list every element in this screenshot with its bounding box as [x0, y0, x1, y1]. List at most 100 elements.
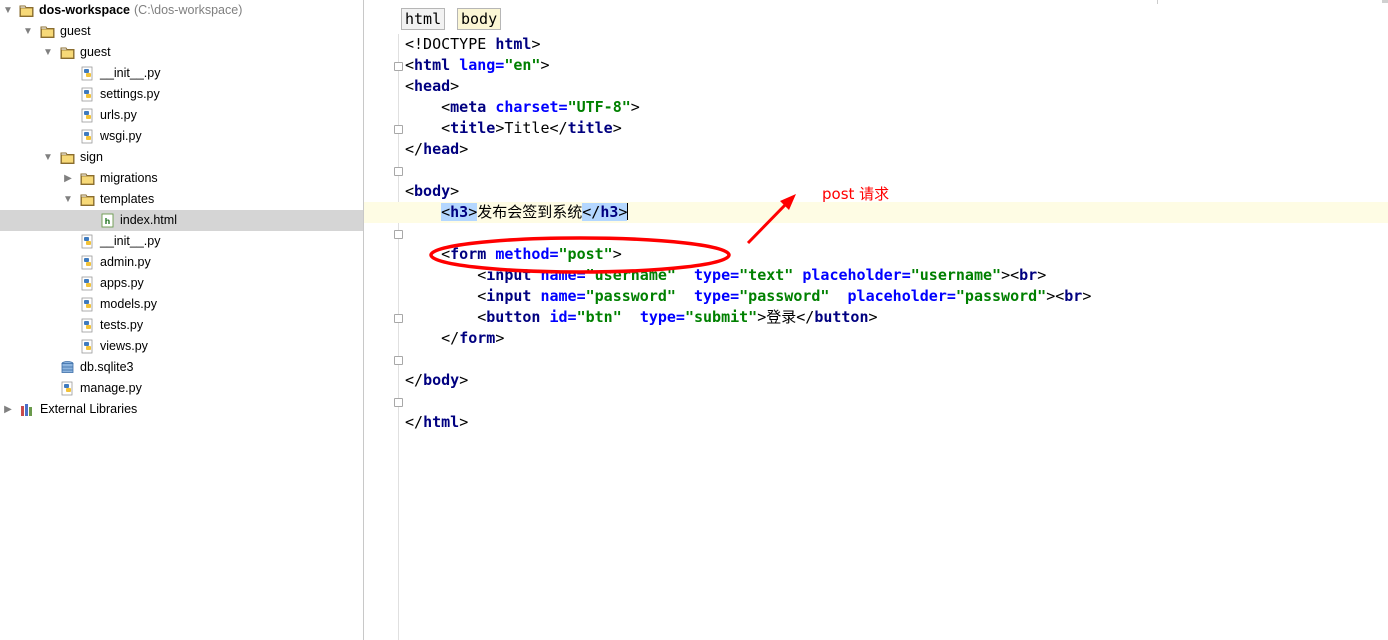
tree-item[interactable]: ▶ migrations [0, 168, 363, 189]
breadcrumb-body[interactable]: body [457, 8, 502, 30]
tree-item[interactable]: ▶ External Libraries [0, 399, 363, 420]
scrollbar-marker[interactable] [1382, 0, 1388, 3]
code-token: > [618, 203, 628, 221]
code-token: 发布会签到系统 [477, 203, 583, 221]
tree-item-label: views.py [100, 339, 148, 353]
code-line[interactable] [400, 160, 1388, 181]
code-token: placeholder= [802, 266, 911, 284]
code-token: html [423, 413, 460, 431]
code-token: < [405, 182, 415, 200]
tree-item[interactable]: tests.py [0, 315, 363, 336]
expand-arrow-icon[interactable]: ▶ [2, 399, 14, 420]
tree-item-label: tests.py [100, 318, 144, 332]
editor-gutter[interactable] [364, 34, 403, 640]
python-file-icon [81, 276, 93, 291]
tree-item-label: sign [80, 150, 103, 164]
code-token: > [1037, 266, 1047, 284]
expand-arrow-icon[interactable]: ▶ [62, 168, 74, 189]
tree-item[interactable]: views.py [0, 336, 363, 357]
code-line[interactable]: <head> [400, 76, 1388, 97]
code-line[interactable] [400, 223, 1388, 244]
tree-item-label: guest [80, 45, 111, 59]
tree-item[interactable]: admin.py [0, 252, 363, 273]
code-token: title [567, 119, 613, 137]
code-token: form [450, 245, 487, 263]
root-path: (C:\dos-workspace) [134, 3, 243, 17]
tree-item-label: settings.py [100, 87, 160, 101]
code-editor[interactable]: html body <!DOCTYPE html> <html lang="en"… [364, 0, 1388, 640]
code-token: "en" [504, 56, 541, 74]
collapse-arrow-icon[interactable]: ▼ [42, 42, 54, 63]
tree-item[interactable]: db.sqlite3 [0, 357, 363, 378]
tree-item[interactable]: models.py [0, 294, 363, 315]
tree-item[interactable]: manage.py [0, 378, 363, 399]
code-token: < [405, 56, 415, 74]
tree-root-dos-workspace[interactable]: ▼ dos-workspace (C:\dos-workspace) [0, 0, 363, 21]
tree-item-label: guest [60, 24, 91, 38]
code-token: > [612, 245, 622, 263]
code-line[interactable]: <input name="password" type="password" p… [400, 286, 1388, 307]
code-token: html [495, 35, 532, 53]
code-token: < [441, 203, 451, 221]
collapse-arrow-icon[interactable]: ▼ [62, 189, 74, 210]
code-line[interactable]: <h3>发布会签到系统</h3> [364, 202, 1388, 223]
code-token: "text" [739, 266, 794, 284]
tree-item[interactable]: ▼ sign [0, 147, 363, 168]
tree-item[interactable]: __init__.py [0, 63, 363, 84]
code-token: "password" [585, 287, 676, 305]
code-line[interactable]: <!DOCTYPE html> [400, 34, 1388, 55]
code-line[interactable]: <button id="btn" type="submit">登录</butto… [400, 307, 1388, 328]
code-line[interactable]: <body> [400, 181, 1388, 202]
code-token: < [405, 98, 451, 116]
html-file-icon: h [101, 213, 114, 228]
tree-item[interactable]: ▼ templates [0, 189, 363, 210]
code-line[interactable]: </html> [400, 412, 1388, 433]
tree-item-label: apps.py [100, 276, 144, 290]
tree-item-label: manage.py [80, 381, 142, 395]
tree-item-label: models.py [100, 297, 157, 311]
tree-item[interactable]: urls.py [0, 105, 363, 126]
code-line[interactable]: </body> [400, 370, 1388, 391]
breadcrumb-html[interactable]: html [401, 8, 446, 30]
code-token: button [814, 308, 869, 326]
code-line[interactable] [400, 349, 1388, 370]
tree-item[interactable]: apps.py [0, 273, 363, 294]
code-line[interactable]: <input name="username" type="text" place… [400, 265, 1388, 286]
code-token: h3 [450, 203, 469, 221]
python-file-icon [81, 318, 93, 333]
code-area[interactable]: <!DOCTYPE html> <html lang="en"> <head> <m… [364, 34, 1388, 640]
divider [1157, 0, 1158, 4]
code-line[interactable]: </form> [400, 328, 1388, 349]
code-line[interactable]: <title>Title</title> [400, 118, 1388, 139]
code-token: id= [549, 308, 577, 326]
tree-item[interactable]: wsgi.py [0, 126, 363, 147]
collapse-arrow-icon[interactable]: ▼ [42, 147, 54, 168]
tree-item[interactable]: h index.html [0, 210, 363, 231]
code-line[interactable] [400, 391, 1388, 412]
code-line[interactable]: <meta charset="UTF-8"> [400, 97, 1388, 118]
collapse-arrow-icon[interactable]: ▼ [22, 21, 34, 42]
expand-arrow-icon[interactable]: ▼ [2, 0, 14, 21]
code-token: input [486, 287, 532, 305]
code-token: >< [1001, 266, 1020, 284]
code-token: name= [540, 266, 586, 284]
tree-item[interactable]: __init__.py [0, 231, 363, 252]
code-line[interactable]: </head> [400, 139, 1388, 160]
code-token: meta [450, 98, 487, 116]
code-line[interactable]: <html lang="en"> [400, 55, 1388, 76]
tree-item[interactable]: ▼ guest [0, 21, 363, 42]
code-token: head [414, 77, 451, 95]
code-token: button [486, 308, 541, 326]
code-token: < [405, 266, 487, 284]
tree-item[interactable]: settings.py [0, 84, 363, 105]
code-token: > [459, 140, 469, 158]
tree-item[interactable]: ▼ guest [0, 42, 363, 63]
svg-text:h: h [105, 217, 111, 226]
code-line[interactable]: <form method="post"> [400, 244, 1388, 265]
tree-item-label: admin.py [100, 255, 151, 269]
code-token: form [459, 329, 496, 347]
code-token: method= [495, 245, 559, 263]
